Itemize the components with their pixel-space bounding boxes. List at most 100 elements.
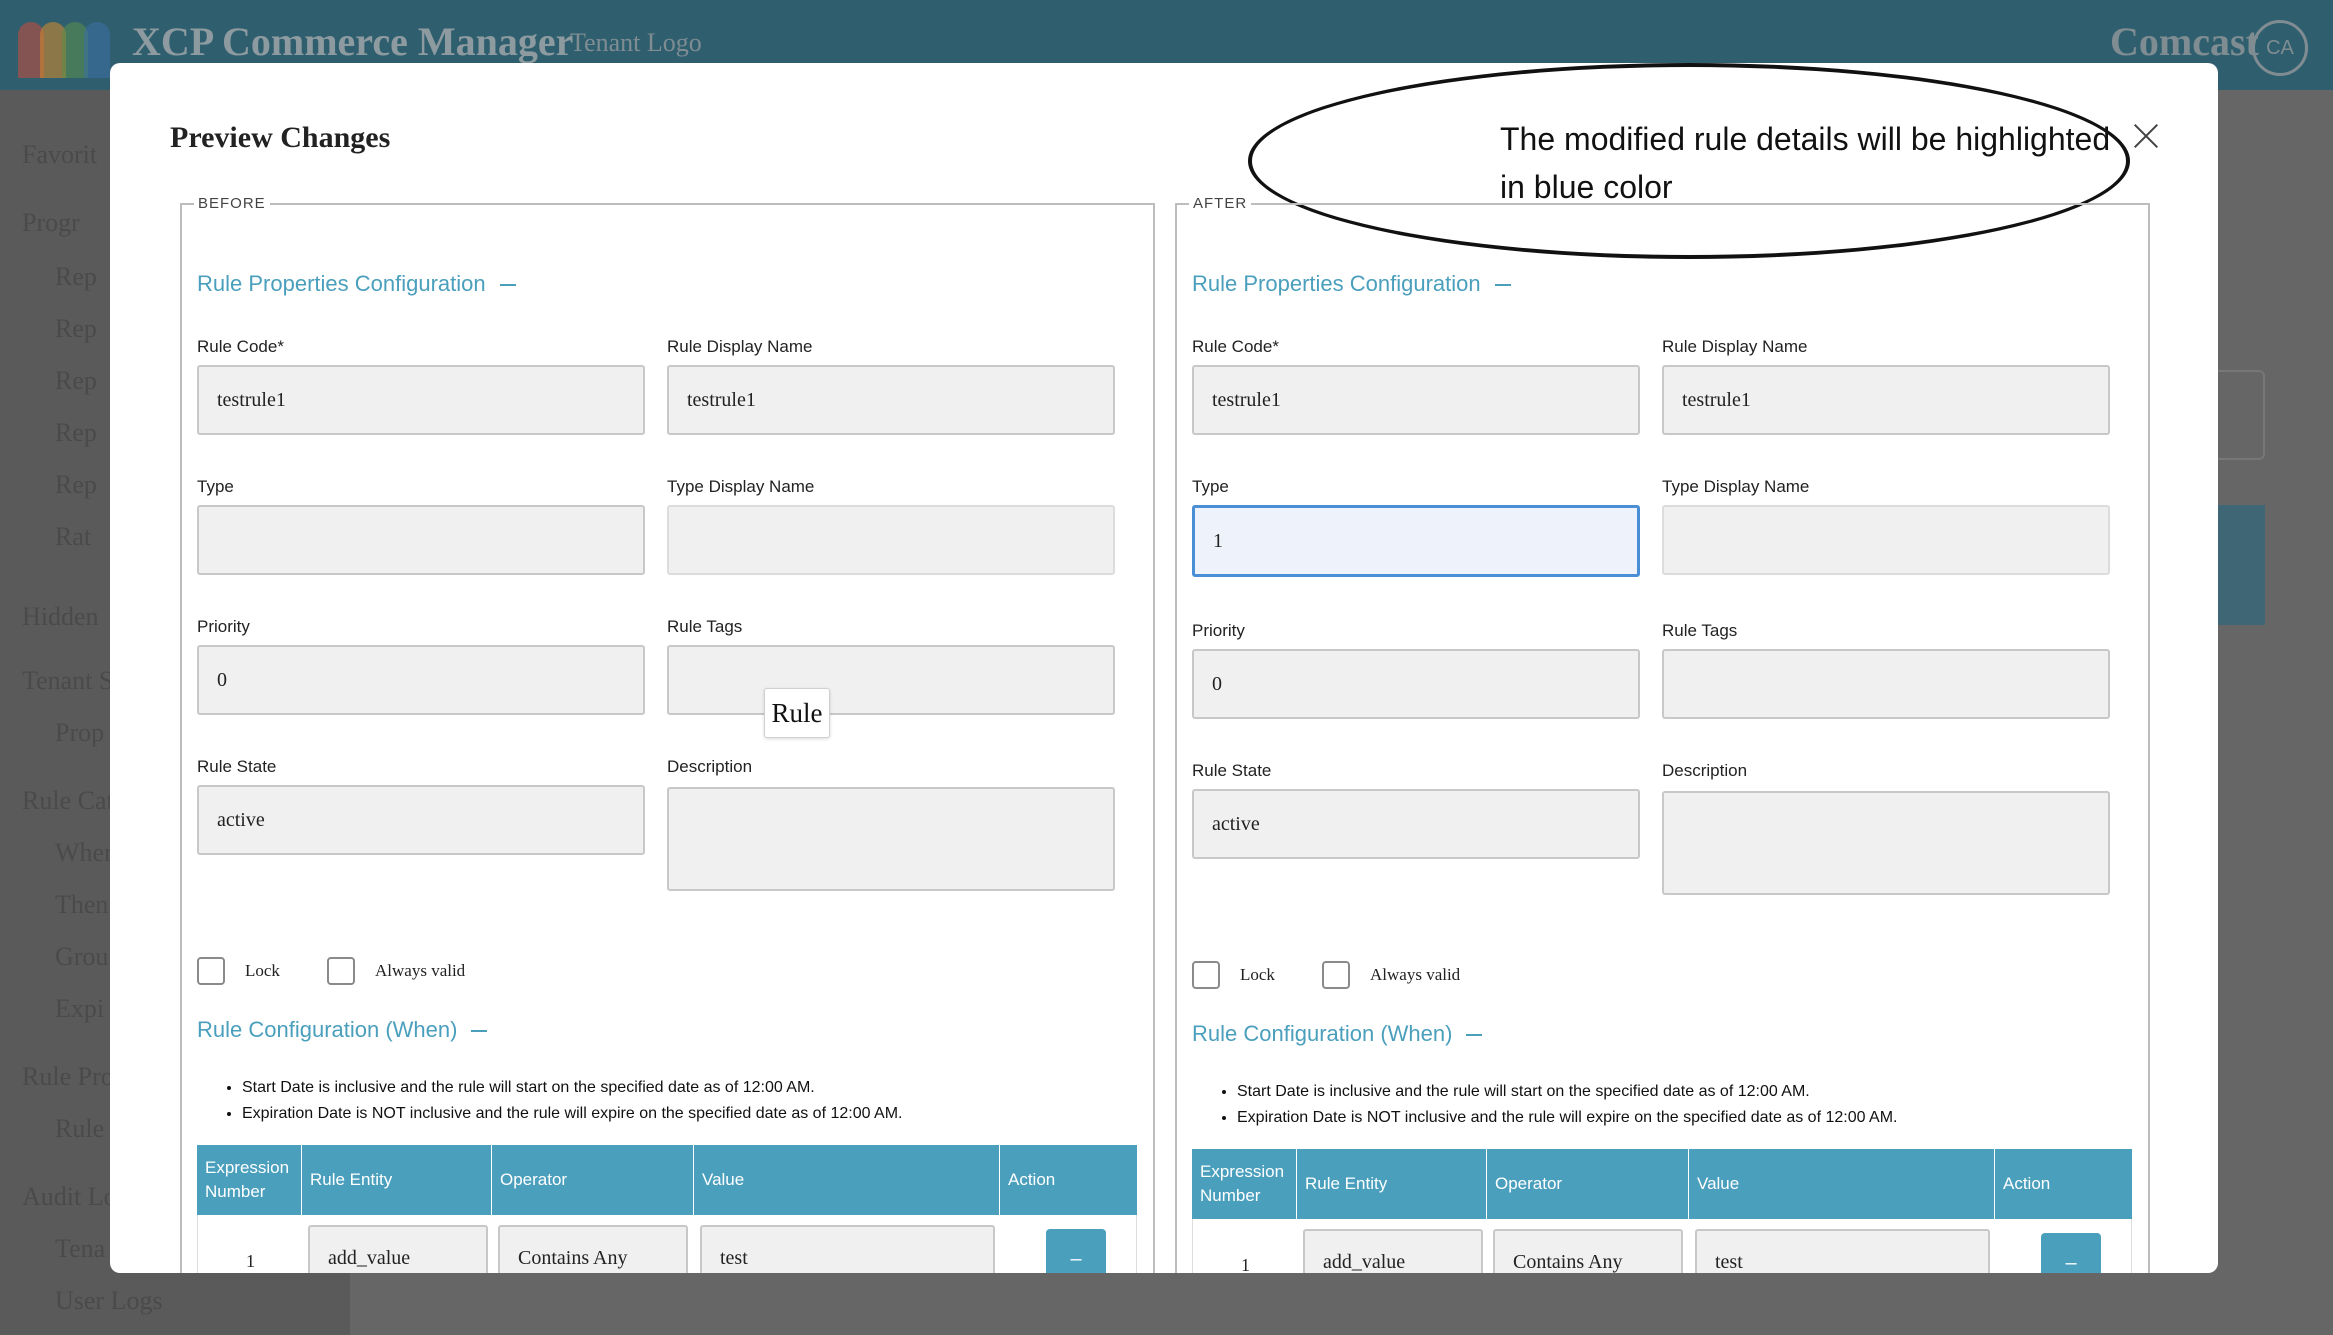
sidebar-item[interactable]: Tena	[55, 1234, 105, 1264]
rule-tags-field[interactable]	[1662, 649, 2110, 719]
sidebar-item[interactable]: Wher	[55, 838, 113, 868]
sidebar-item[interactable]: Rep	[55, 262, 97, 292]
sidebar-item[interactable]: User Logs	[55, 1286, 163, 1316]
remove-row-button[interactable]: –	[2041, 1233, 2101, 1273]
column-header: Rule Entity	[1297, 1149, 1487, 1219]
section-rule-properties: Rule Properties Configuration	[197, 271, 516, 297]
callout-text: The modified rule details will be highli…	[1500, 121, 2111, 205]
sidebar-item[interactable]: Hidden	[22, 602, 99, 632]
sidebar-item[interactable]: Rule Cat	[22, 786, 114, 816]
rule-display-name-field[interactable]: testrule1	[1662, 365, 2110, 435]
rule-code-field[interactable]: testrule1	[197, 365, 645, 435]
rule-state-field[interactable]: active	[1192, 789, 1640, 859]
sidebar-item[interactable]: Rat	[55, 522, 91, 552]
rule-state-field[interactable]: active	[197, 785, 645, 855]
type-display-name-field[interactable]	[667, 505, 1115, 575]
description-field[interactable]	[667, 787, 1115, 891]
lock-checkbox[interactable]	[1192, 961, 1220, 989]
sidebar-item[interactable]: Expi	[55, 994, 104, 1024]
column-header: Value	[694, 1145, 1000, 1215]
collapse-icon[interactable]	[1466, 1034, 1483, 1037]
always-valid-checkbox[interactable]	[327, 957, 355, 985]
rule-display-name-label: Rule Display Name	[1662, 337, 1808, 356]
note-item: Expiration Date is NOT inclusive and the…	[1237, 1105, 1898, 1131]
value-field[interactable]: test	[700, 1225, 995, 1273]
before-pane: BEFORE Rule Properties Configuration Rul…	[180, 195, 1155, 1273]
sidebar-item[interactable]: Prop	[55, 718, 104, 748]
section-rule-when: Rule Configuration (When)	[1192, 1021, 1483, 1047]
section-title: Rule Configuration (When)	[1192, 1021, 1453, 1046]
operator-field[interactable]: Contains Any	[498, 1225, 688, 1273]
column-header: Operator	[492, 1145, 694, 1215]
table-row: 1 add_value Contains Any test –	[197, 1215, 1137, 1273]
close-icon[interactable]	[2128, 118, 2164, 154]
rule-state-label: Rule State	[197, 757, 277, 776]
rule-code-field[interactable]: testrule1	[1192, 365, 1640, 435]
note-item: Start Date is inclusive and the rule wil…	[1237, 1079, 1898, 1105]
avatar[interactable]: CA	[2252, 20, 2308, 76]
note-item: Start Date is inclusive and the rule wil…	[242, 1075, 903, 1101]
priority-label: Priority	[1192, 621, 1245, 640]
description-label: Description	[1662, 761, 1748, 780]
type-field[interactable]	[197, 505, 645, 575]
type-display-name-label: Type Display Name	[667, 477, 815, 496]
sidebar-item[interactable]: Then	[55, 890, 108, 920]
tenant-logo-link[interactable]: Tenant Logo	[570, 28, 702, 58]
sidebar-item[interactable]: Tenant S	[22, 666, 113, 696]
operator-field[interactable]: Contains Any	[1493, 1229, 1683, 1273]
collapse-icon[interactable]	[471, 1030, 488, 1033]
lock-label: Lock	[1240, 965, 1275, 984]
collapse-icon[interactable]	[499, 284, 516, 287]
always-valid-label: Always valid	[375, 961, 466, 980]
column-header: Action	[2003, 1174, 2051, 1193]
section-title: Rule Properties Configuration	[1192, 271, 1481, 296]
type-display-name-label: Type Display Name	[1662, 477, 1810, 496]
description-label: Description	[667, 757, 753, 776]
sidebar-item[interactable]: Audit Lo	[22, 1182, 117, 1212]
value-field[interactable]: test	[1695, 1229, 1990, 1273]
modal-title: Preview Changes	[170, 121, 391, 154]
column-header: Rule Entity	[302, 1145, 492, 1215]
type-field-modified[interactable]: 1	[1192, 505, 1640, 577]
rule-tags-label: Rule Tags	[667, 617, 743, 636]
sidebar-item[interactable]: Favorit	[22, 140, 97, 170]
date-notes: Start Date is inclusive and the rule wil…	[1237, 1079, 1898, 1131]
column-header: Expression Number	[1192, 1149, 1297, 1219]
pane-legend: BEFORE	[194, 195, 270, 212]
sidebar-item[interactable]: Rep	[55, 314, 97, 344]
preview-changes-modal: Preview Changes The modified rule detail…	[110, 63, 2218, 1273]
app-title: XCP Commerce Manager	[132, 19, 574, 64]
rule-entity-field[interactable]: add_value	[1303, 1229, 1483, 1273]
priority-field[interactable]: 0	[1192, 649, 1640, 719]
sidebar-item[interactable]: Grou	[55, 942, 108, 972]
tooltip: Rule	[764, 688, 830, 738]
peacock-logo-icon	[18, 12, 110, 78]
sidebar-item[interactable]: Progr	[22, 208, 80, 238]
rule-code-label: Rule Code*	[1192, 337, 1279, 356]
sidebar-item[interactable]: Rule Pro	[22, 1062, 114, 1092]
sidebar-item[interactable]: Rep	[55, 418, 97, 448]
description-field[interactable]	[1662, 791, 2110, 895]
type-label: Type	[197, 477, 234, 496]
rule-display-name-field[interactable]: testrule1	[667, 365, 1115, 435]
sidebar-item[interactable]: Rep	[55, 366, 97, 396]
rule-entity-field[interactable]: add_value	[308, 1225, 488, 1273]
pane-legend: AFTER	[1189, 195, 1252, 212]
expression-table-header: Expression Number Rule Entity Operator V…	[1192, 1149, 2132, 1219]
expression-table-header: Expression Number Rule Entity Operator V…	[197, 1145, 1137, 1215]
lock-label: Lock	[245, 961, 280, 980]
rule-tags-field[interactable]	[667, 645, 1115, 715]
remove-row-button[interactable]: –	[1046, 1229, 1106, 1273]
sidebar-item[interactable]: Rule	[55, 1114, 104, 1144]
lock-checkbox[interactable]	[197, 957, 225, 985]
expression-number: 1	[1241, 1255, 1250, 1273]
rule-code-label: Rule Code*	[197, 337, 284, 356]
table-row: 1 add_value Contains Any test –	[1192, 1219, 2132, 1273]
collapse-icon[interactable]	[1494, 284, 1511, 287]
rule-tags-label: Rule Tags	[1662, 621, 1738, 640]
section-title: Rule Configuration (When)	[197, 1017, 458, 1042]
sidebar-item[interactable]: Rep	[55, 470, 97, 500]
always-valid-checkbox[interactable]	[1322, 961, 1350, 989]
type-display-name-field[interactable]	[1662, 505, 2110, 575]
priority-field[interactable]: 0	[197, 645, 645, 715]
